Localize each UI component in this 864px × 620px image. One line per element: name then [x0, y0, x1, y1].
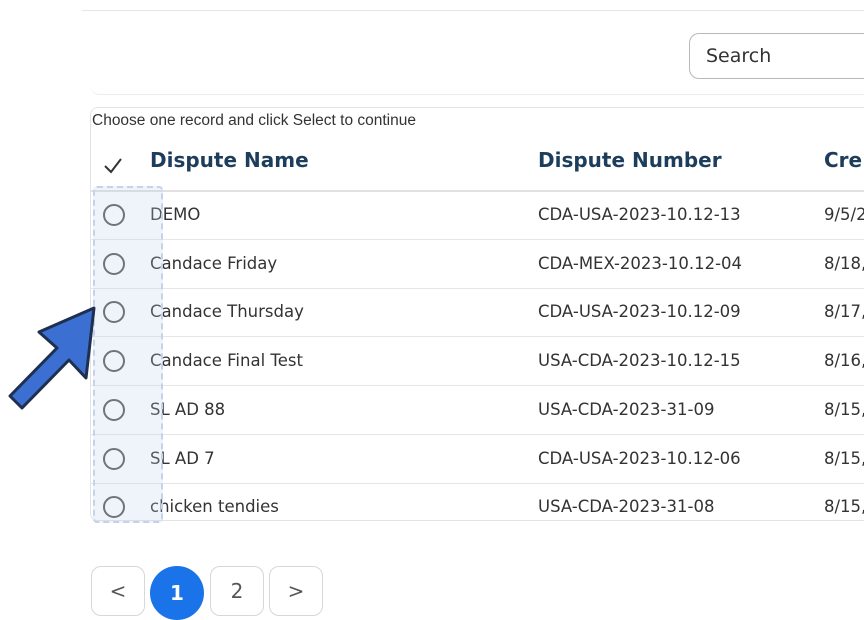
- dispute-name: Candace Thursday: [150, 302, 304, 321]
- instruction-text: Choose one record and click Select to co…: [92, 112, 416, 129]
- dispute-number: CDA-USA-2023-10.12-09: [538, 302, 741, 321]
- dispute-name: DEMO: [150, 205, 201, 224]
- next-page-button[interactable]: >: [269, 566, 323, 616]
- dispute-number: USA-CDA-2023-31-08: [538, 497, 715, 516]
- table-row[interactable]: DEMO CDA-USA-2023-10.12-13 9/5/2: [90, 191, 864, 240]
- dispute-number: CDA-USA-2023-10.12-13: [538, 205, 741, 224]
- row-radio[interactable]: [103, 399, 125, 421]
- created-date: 8/17,: [824, 302, 864, 321]
- created-date: 8/16,: [824, 351, 864, 370]
- row-radio[interactable]: [103, 253, 125, 275]
- dispute-number: CDA-USA-2023-10.12-06: [538, 449, 741, 468]
- created-date: 8/15,: [824, 449, 864, 468]
- dispute-number: CDA-MEX-2023-10.12-04: [538, 254, 743, 273]
- table-row[interactable]: Candace Thursday CDA-USA-2023-10.12-09 8…: [90, 288, 864, 337]
- header-dispute-name[interactable]: Dispute Name: [150, 148, 309, 172]
- table-row[interactable]: Candace Final Test USA-CDA-2023-10.12-15…: [90, 337, 864, 386]
- created-date: 8/15,: [824, 400, 864, 419]
- page-2-button[interactable]: 2: [210, 566, 264, 616]
- dispute-name: SL AD 88: [150, 400, 226, 419]
- row-radio[interactable]: [103, 301, 125, 323]
- header-created[interactable]: Cre: [824, 148, 862, 172]
- search-input[interactable]: [690, 34, 864, 78]
- table-row[interactable]: SL AD 7 CDA-USA-2023-10.12-06 8/15,: [90, 435, 864, 484]
- table-row[interactable]: Candace Friday CDA-MEX-2023-10.12-04 8/1…: [90, 240, 864, 289]
- page-1-button[interactable]: 1: [150, 566, 204, 620]
- table-row[interactable]: chicken tendies USA-CDA-2023-31-08 8/15,: [90, 483, 864, 531]
- dispute-name: chicken tendies: [150, 497, 279, 516]
- dispute-number: USA-CDA-2023-31-09: [538, 400, 715, 419]
- row-radio[interactable]: [103, 448, 125, 470]
- top-divider: [82, 10, 864, 11]
- row-radio[interactable]: [103, 204, 125, 226]
- table-header-row: Dispute Name Dispute Number Cre: [90, 140, 864, 192]
- created-date: 9/5/2: [824, 205, 864, 224]
- check-icon: [104, 158, 122, 174]
- row-radio[interactable]: [103, 350, 125, 372]
- dispute-name: Candace Friday: [150, 254, 278, 273]
- search-box[interactable]: [689, 33, 864, 79]
- dispute-name: Candace Final Test: [150, 351, 303, 370]
- header-dispute-number[interactable]: Dispute Number: [538, 148, 722, 172]
- row-radio[interactable]: [103, 496, 125, 518]
- dispute-name: SL AD 7: [150, 449, 215, 468]
- arrow-pointer-icon: [8, 306, 96, 410]
- prev-page-button[interactable]: <: [91, 566, 145, 616]
- table-row[interactable]: SL AD 88 USA-CDA-2023-31-09 8/15,: [90, 386, 864, 435]
- created-date: 8/18,: [824, 254, 864, 273]
- created-date: 8/15,: [824, 497, 864, 516]
- dispute-number: USA-CDA-2023-10.12-15: [538, 351, 741, 370]
